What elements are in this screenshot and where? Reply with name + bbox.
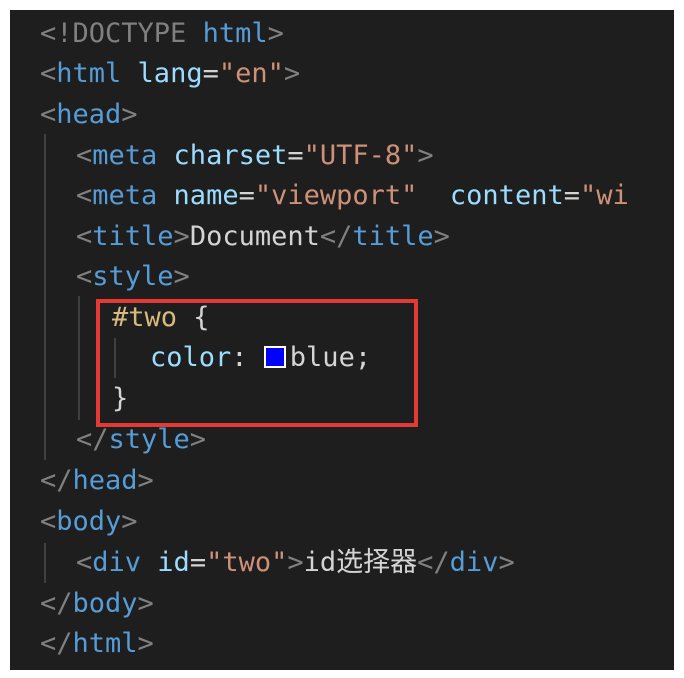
brace-open: { (177, 302, 210, 333)
bracket: </ (40, 588, 73, 619)
bracket: < (76, 180, 93, 211)
bracket: > (433, 221, 450, 252)
code-line-brace-close: } (112, 379, 128, 419)
tag-body: body (56, 506, 122, 537)
code-line-body-close: </body> (40, 584, 154, 624)
attr-name: name (157, 180, 239, 211)
bracket: </ (319, 221, 353, 252)
bracket: </ (40, 465, 73, 496)
code-line-meta-charset: <meta charset="UTF-8"> (76, 136, 434, 176)
css-value: blue; (289, 342, 372, 373)
indent-guide-body (44, 543, 46, 583)
bracket: > (137, 628, 154, 659)
code-line-div: <div id="two">id选择器</div> (76, 543, 515, 583)
bracket: > (267, 18, 284, 49)
indent-guide-rule (114, 338, 116, 378)
bracket: > (121, 506, 138, 537)
doctype-html: html (186, 18, 268, 49)
tag-meta: meta (92, 180, 158, 211)
attr-lang-value: "en" (218, 58, 284, 89)
brace-close: } (112, 383, 129, 414)
bracket: > (137, 588, 154, 619)
equals: = (202, 58, 219, 89)
bracket: > (137, 465, 154, 496)
bracket: > (283, 58, 301, 89)
attr-charset-value: "UTF-8" (303, 140, 418, 171)
css-selector: #two (112, 302, 178, 333)
tag-title: title (92, 221, 174, 252)
indent-guide-style (78, 296, 80, 420)
attr-lang: lang (121, 58, 203, 89)
tag-body-close: body (72, 588, 138, 619)
tag-html-close: html (72, 628, 138, 659)
bracket: </ (417, 547, 450, 578)
code-line-html-close: </html> (40, 624, 154, 664)
bracket: > (189, 424, 207, 455)
attr-content: content (417, 180, 564, 211)
code-line-style-open: <style> (76, 257, 190, 297)
code-line-selector: #two { (112, 298, 210, 338)
code-line-html-open: <html lang="en"> (40, 54, 300, 94)
tag-html: html (56, 58, 122, 89)
title-text: Document (189, 221, 320, 252)
code-line-meta-viewport: <meta name="viewport" content="wi (76, 176, 629, 216)
bracket: < (40, 58, 57, 89)
bracket: > (173, 261, 190, 292)
bracket: > (287, 547, 304, 578)
tag-meta: meta (92, 140, 158, 171)
bracket: < (40, 506, 57, 537)
code-line-doctype: <!DOCTYPE html> (40, 14, 284, 54)
bracket: < (76, 221, 93, 252)
tag-head: head (56, 99, 122, 130)
bracket: > (417, 140, 434, 171)
equals: = (238, 180, 255, 211)
tag-head-close: head (72, 465, 138, 496)
doctype-keyword: <!DOCTYPE (40, 18, 187, 49)
bracket: > (498, 547, 515, 578)
equals: = (287, 140, 304, 171)
equals: = (563, 180, 580, 211)
bracket: < (76, 261, 93, 292)
bracket: </ (40, 628, 73, 659)
code-line-body-open: <body> (40, 502, 138, 542)
attr-content-value: "wi (579, 180, 629, 211)
tag-title-close: title (352, 221, 434, 252)
bracket: < (76, 140, 93, 171)
attr-charset: charset (157, 140, 288, 171)
bracket: </ (76, 424, 109, 455)
code-line-style-close: </style> (76, 420, 206, 460)
indent-guide-head (44, 134, 46, 460)
equals: = (189, 547, 207, 578)
code-line-head-open: <head> (40, 95, 138, 135)
tag-div-close: div (449, 547, 499, 578)
attr-name-value: "viewport" (254, 180, 418, 211)
tag-style-close: style (108, 424, 190, 455)
css-property: color (150, 342, 232, 373)
color-swatch-icon[interactable] (263, 346, 286, 368)
attr-id: id (141, 547, 190, 578)
attr-id-value: "two" (206, 547, 288, 578)
bracket: > (121, 99, 138, 130)
code-line-declaration: color: blue; (150, 338, 371, 378)
bracket: < (40, 99, 57, 130)
tag-div: div (92, 547, 142, 578)
code-line-head-close: </head> (40, 461, 154, 501)
tag-style: style (92, 261, 174, 292)
bracket: > (173, 221, 190, 252)
colon: : (231, 342, 264, 373)
code-editor[interactable]: <!DOCTYPE html> <html lang="en"> <head> … (10, 10, 674, 670)
code-line-title: <title>Document</title> (76, 217, 450, 257)
div-text: id选择器 (303, 547, 418, 578)
bracket: < (76, 547, 93, 578)
